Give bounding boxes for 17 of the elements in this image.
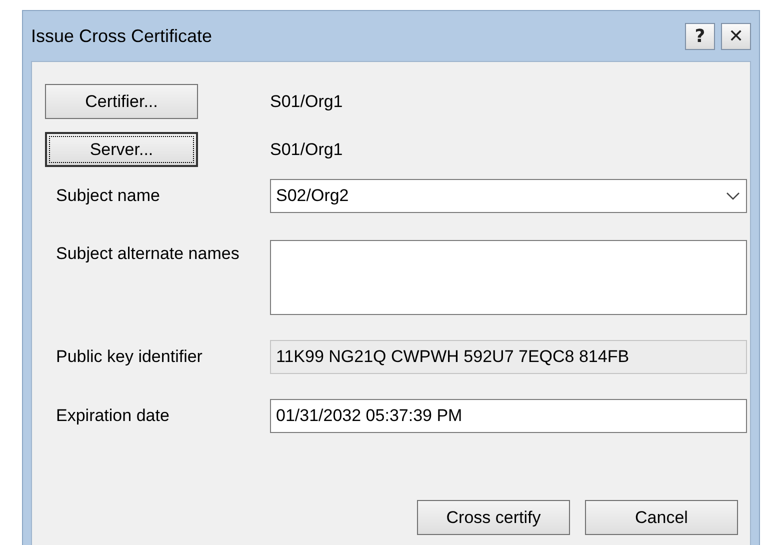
dialog-button[interactable]: Cross certify	[417, 500, 570, 535]
input-field[interactable]: 01/31/2032 05:37:39 PM	[270, 399, 747, 433]
field-label: Subject name	[56, 186, 161, 206]
picker-button[interactable]: Certifier...	[45, 84, 198, 119]
window-title: Issue Cross Certificate	[31, 26, 214, 46]
dropdown-field[interactable]: S02/Org2	[270, 179, 747, 213]
field-label: Expiration date	[56, 406, 170, 426]
close-button[interactable]: ✕	[721, 22, 751, 50]
chevron-down-icon	[726, 192, 740, 200]
picker-value: S01/Org1	[270, 140, 343, 160]
picker-button[interactable]: Server...	[45, 132, 198, 167]
picker-value: S01/Org1	[270, 92, 343, 112]
text-area[interactable]	[270, 240, 747, 315]
field-label: Subject alternate names	[56, 243, 240, 264]
dialog-button[interactable]: Cancel	[585, 500, 738, 535]
field-label: Public key identifier	[56, 347, 204, 367]
help-button[interactable]: ?	[685, 22, 715, 50]
